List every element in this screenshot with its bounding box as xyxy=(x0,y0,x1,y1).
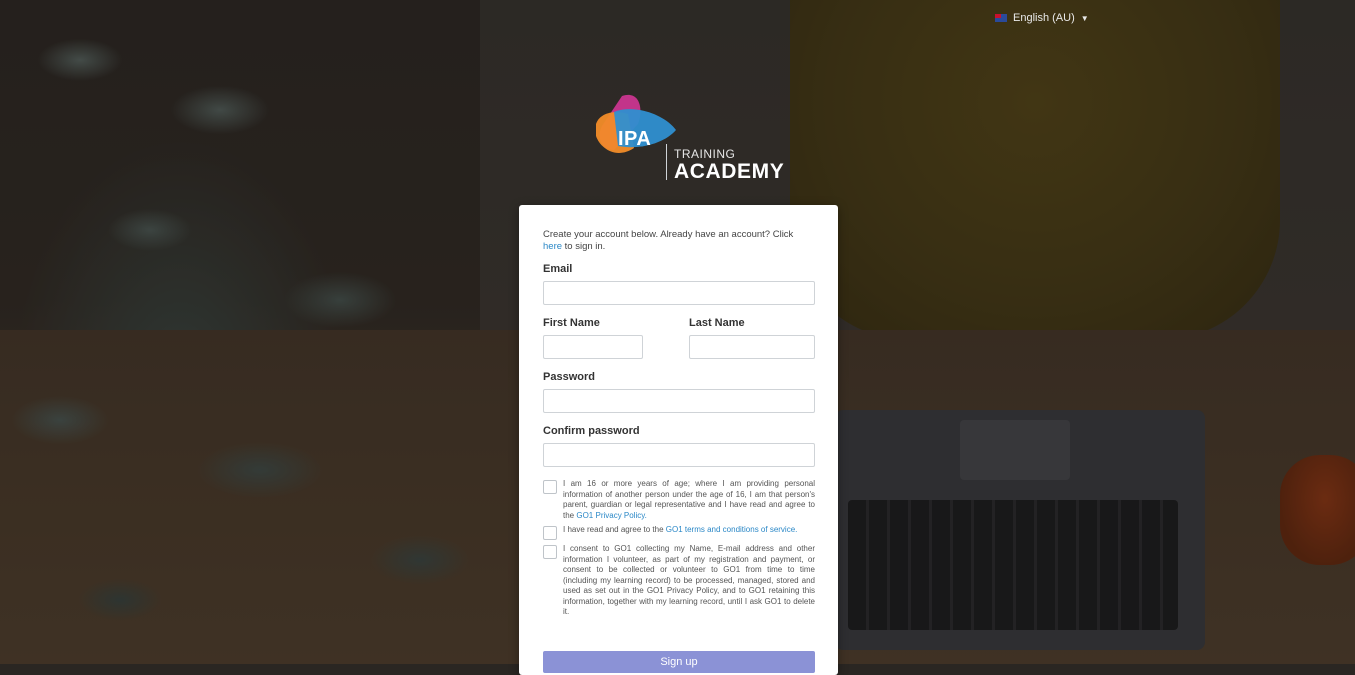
password-input[interactable] xyxy=(543,389,815,413)
privacy-policy-link[interactable]: GO1 Privacy Policy. xyxy=(576,511,647,520)
logo-academy-text: ACADEMY xyxy=(674,160,785,183)
last-name-label: Last Name xyxy=(689,317,745,329)
sign-in-link[interactable]: here xyxy=(543,241,562,252)
logo-training-text: TRAINING xyxy=(674,147,736,161)
email-input[interactable] xyxy=(543,281,815,305)
data-consent-checkbox[interactable] xyxy=(543,545,557,559)
age-consent-checkbox[interactable] xyxy=(543,480,557,494)
australia-flag-icon xyxy=(995,14,1007,22)
age-consent-row: I am 16 or more years of age; where I am… xyxy=(543,479,815,521)
data-consent-text: I consent to GO1 collecting my Name, E-m… xyxy=(563,544,815,616)
terms-consent-checkbox[interactable] xyxy=(543,526,557,540)
ipa-training-academy-logo: IPA TRAINING ACADEMY xyxy=(594,90,784,190)
caret-down-icon: ▼ xyxy=(1080,13,1089,23)
terms-consent-row: I have read and agree to the GO1 terms a… xyxy=(543,525,815,540)
first-name-input[interactable] xyxy=(543,335,643,359)
confirm-password-label: Confirm password xyxy=(543,425,640,437)
language-label: English (AU) xyxy=(1013,12,1075,24)
language-selector[interactable]: English (AU) ▼ xyxy=(995,12,1089,24)
last-name-input[interactable] xyxy=(689,335,815,359)
terms-consent-text: I have read and agree to the xyxy=(563,525,664,534)
first-name-label: First Name xyxy=(543,317,600,329)
email-label: Email xyxy=(543,263,573,275)
logo-mark-text: IPA xyxy=(618,128,652,150)
terms-link[interactable]: GO1 terms and conditions of service. xyxy=(666,525,798,534)
password-label: Password xyxy=(543,371,595,383)
data-consent-row: I consent to GO1 collecting my Name, E-m… xyxy=(543,544,815,618)
signup-card: Create your account below. Already have … xyxy=(519,205,838,675)
confirm-password-input[interactable] xyxy=(543,443,815,467)
signup-intro: Create your account below. Already have … xyxy=(543,229,794,252)
sign-up-button[interactable]: Sign up xyxy=(543,651,815,673)
